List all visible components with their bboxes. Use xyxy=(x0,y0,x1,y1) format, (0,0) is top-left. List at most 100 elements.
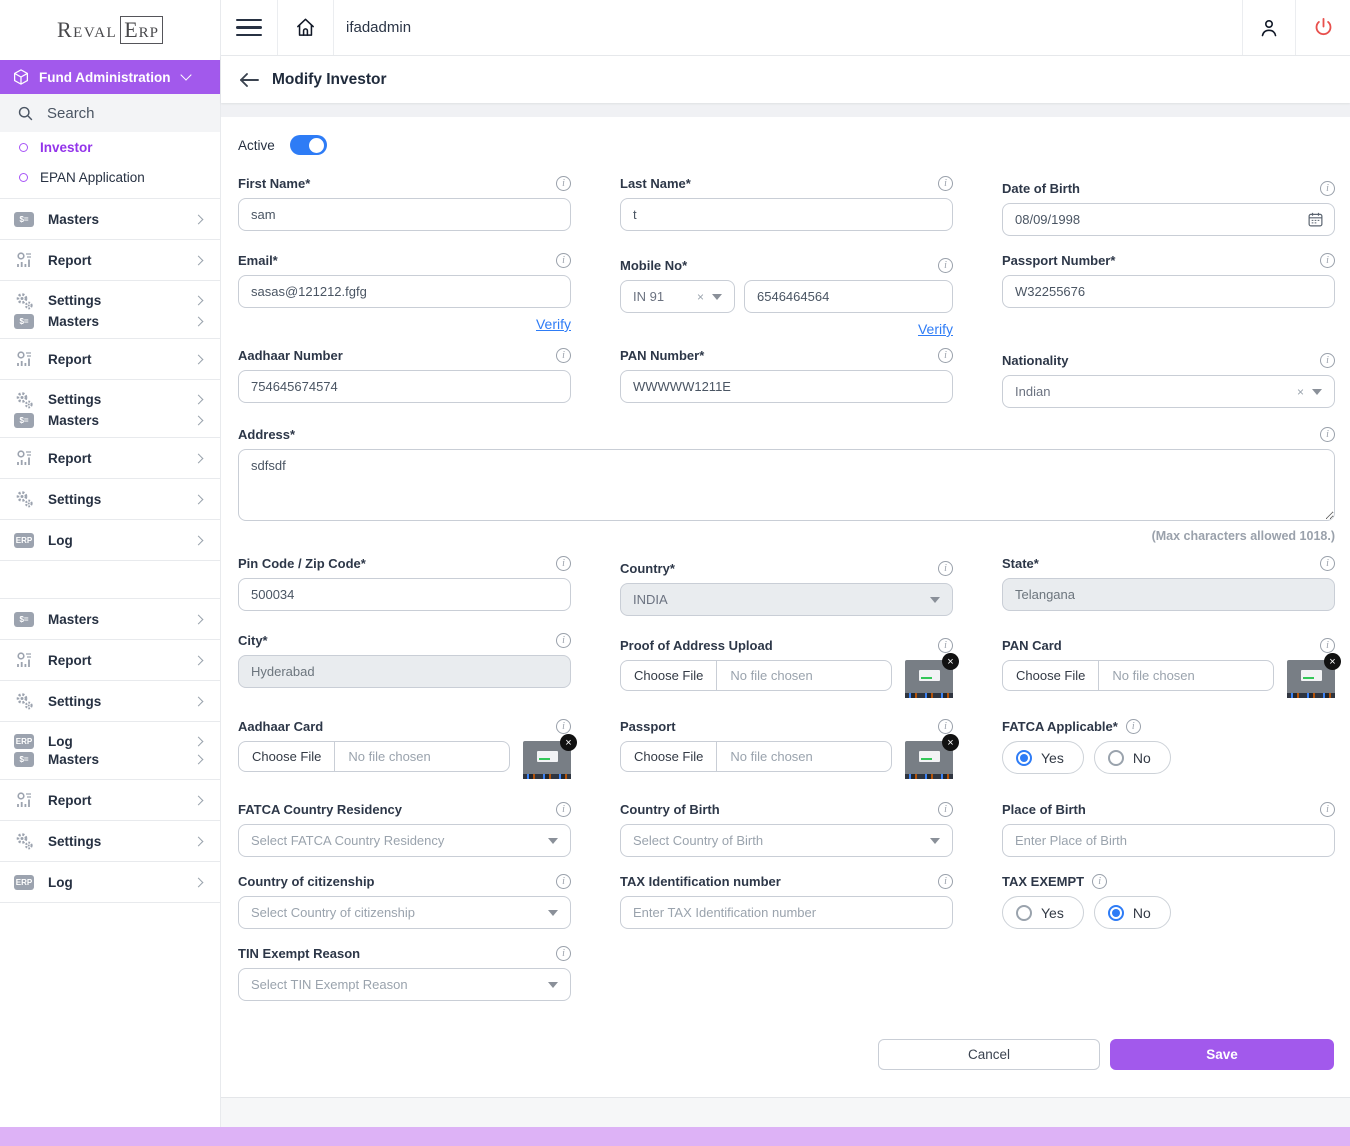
info-icon[interactable]: i xyxy=(938,258,953,273)
remove-file-icon[interactable]: × xyxy=(1324,653,1341,670)
info-icon[interactable]: i xyxy=(556,633,571,648)
home-button[interactable] xyxy=(278,0,334,55)
info-icon[interactable]: i xyxy=(938,719,953,734)
pan-card-upload[interactable]: Choose File No file chosen xyxy=(1002,660,1274,691)
mobile-number-input[interactable] xyxy=(744,280,953,313)
choose-file-button[interactable]: Choose File xyxy=(239,742,335,771)
sidebar-item-masters[interactable]: $=Masters xyxy=(0,598,220,639)
menu-toggle-button[interactable] xyxy=(221,0,278,55)
info-icon[interactable]: i xyxy=(556,719,571,734)
file-status: No file chosen xyxy=(1099,668,1207,683)
country-of-citizenship-select[interactable]: Select Country of citizenship xyxy=(238,896,571,929)
aadhaar-number-input[interactable] xyxy=(238,370,571,403)
info-icon[interactable]: i xyxy=(556,253,571,268)
fatca-country-residency-select[interactable]: Select FATCA Country Residency xyxy=(238,824,571,857)
save-button[interactable]: Save xyxy=(1110,1039,1334,1070)
sidebar-item-masters[interactable]: $=Masters xyxy=(0,198,220,239)
aadhaar-card-upload[interactable]: Choose File No file chosen xyxy=(238,741,510,772)
info-icon[interactable]: i xyxy=(1320,253,1335,268)
passport-upload[interactable]: Choose File No file chosen xyxy=(620,741,892,772)
address-textarea[interactable]: sdfsdf xyxy=(238,449,1335,521)
info-icon[interactable]: i xyxy=(1092,874,1107,889)
module-selector[interactable]: Fund Administration xyxy=(0,60,220,94)
sidebar-item-settings[interactable]: Settings$=Masters xyxy=(0,379,220,437)
pan-card-thumbnail[interactable]: × xyxy=(1287,660,1335,698)
info-icon[interactable]: i xyxy=(1320,802,1335,817)
profile-button[interactable] xyxy=(1242,0,1295,55)
info-icon[interactable]: i xyxy=(938,638,953,653)
sidebar-item-investor[interactable]: Investor xyxy=(0,132,220,162)
country-of-birth-select[interactable]: Select Country of Birth xyxy=(620,824,953,857)
info-icon[interactable]: i xyxy=(556,874,571,889)
active-toggle[interactable] xyxy=(290,135,327,155)
clear-icon[interactable]: × xyxy=(697,290,704,304)
sidebar-item-report[interactable]: Report xyxy=(0,338,220,379)
choose-file-button[interactable]: Choose File xyxy=(1003,661,1099,690)
info-icon[interactable]: i xyxy=(938,561,953,576)
sidebar-item-epan-application[interactable]: EPAN Application xyxy=(0,162,220,192)
choose-file-button[interactable]: Choose File xyxy=(621,661,717,690)
sidebar-item-settings[interactable]: Settings$=Masters xyxy=(0,280,220,338)
country-code-select[interactable]: IN 91 × xyxy=(620,280,735,313)
info-icon[interactable]: i xyxy=(938,348,953,363)
choose-file-button[interactable]: Choose File xyxy=(621,742,717,771)
tax-identification-input[interactable] xyxy=(620,896,953,929)
fatca-no-radio[interactable]: No xyxy=(1094,741,1171,774)
place-of-birth-input[interactable] xyxy=(1002,824,1335,857)
sidebar-item-log[interactable]: ERPLog xyxy=(0,519,220,560)
pan-number-input[interactable] xyxy=(620,370,953,403)
info-icon[interactable]: i xyxy=(938,176,953,191)
sidebar-item-report[interactable]: Report xyxy=(0,437,220,478)
clear-icon[interactable]: × xyxy=(1297,385,1304,399)
verify-email-link[interactable]: Verify xyxy=(536,316,571,332)
tax-exempt-yes-radio[interactable]: Yes xyxy=(1002,896,1084,929)
cancel-button[interactable]: Cancel xyxy=(878,1039,1100,1070)
email-input[interactable] xyxy=(238,275,571,308)
last-name-input[interactable] xyxy=(620,198,953,231)
first-name-label: First Name* xyxy=(238,176,310,191)
brand-logo[interactable]: Reval Erp xyxy=(0,0,220,60)
passport-number-input[interactable] xyxy=(1002,275,1335,308)
info-icon[interactable]: i xyxy=(556,348,571,363)
back-button[interactable] xyxy=(239,72,259,88)
sidebar-item-settings[interactable]: Settings xyxy=(0,478,220,519)
sidebar-item-settings[interactable]: Settings xyxy=(0,820,220,861)
info-icon[interactable]: i xyxy=(556,176,571,191)
info-icon[interactable]: i xyxy=(556,556,571,571)
verify-mobile-link[interactable]: Verify xyxy=(918,321,953,337)
aadhaar-card-thumbnail[interactable]: × xyxy=(523,741,571,779)
sidebar-search[interactable]: Search xyxy=(0,94,220,132)
fatca-yes-radio[interactable]: Yes xyxy=(1002,741,1084,774)
remove-file-icon[interactable]: × xyxy=(560,734,577,751)
remove-file-icon[interactable]: × xyxy=(942,734,959,751)
passport-thumbnail[interactable]: × xyxy=(905,741,953,779)
tax-exempt-no-radio[interactable]: No xyxy=(1094,896,1171,929)
calendar-icon[interactable] xyxy=(1307,211,1324,228)
info-icon[interactable]: i xyxy=(938,802,953,817)
info-icon[interactable]: i xyxy=(556,946,571,961)
tin-exempt-reason-select[interactable]: Select TIN Exempt Reason xyxy=(238,968,571,1001)
sidebar-item-log[interactable]: ERPLog$=Masters xyxy=(0,721,220,779)
date-of-birth-input[interactable] xyxy=(1002,203,1335,236)
pin-code-input[interactable] xyxy=(238,578,571,611)
info-icon[interactable]: i xyxy=(1320,353,1335,368)
sidebar-item-report[interactable]: Report xyxy=(0,239,220,280)
info-icon[interactable]: i xyxy=(556,802,571,817)
proof-of-address-upload[interactable]: Choose File No file chosen xyxy=(620,660,892,691)
info-icon[interactable]: i xyxy=(1320,638,1335,653)
proof-of-address-thumbnail[interactable]: × xyxy=(905,660,953,698)
first-name-input[interactable] xyxy=(238,198,571,231)
sidebar-item-log[interactable]: ERPLog xyxy=(0,861,220,902)
remove-file-icon[interactable]: × xyxy=(942,653,959,670)
sidebar-item-settings[interactable]: Settings xyxy=(0,680,220,721)
info-icon[interactable]: i xyxy=(1320,427,1335,442)
info-icon[interactable]: i xyxy=(938,874,953,889)
logout-button[interactable] xyxy=(1295,0,1350,55)
info-icon[interactable]: i xyxy=(1320,556,1335,571)
sidebar-item-report[interactable]: Report xyxy=(0,779,220,820)
sidebar-item-report[interactable]: Report xyxy=(0,639,220,680)
nationality-select[interactable]: Indian × xyxy=(1002,375,1335,408)
info-icon[interactable]: i xyxy=(1320,181,1335,196)
info-icon[interactable]: i xyxy=(1126,719,1141,734)
place-of-birth-label: Place of Birth xyxy=(1002,802,1086,817)
